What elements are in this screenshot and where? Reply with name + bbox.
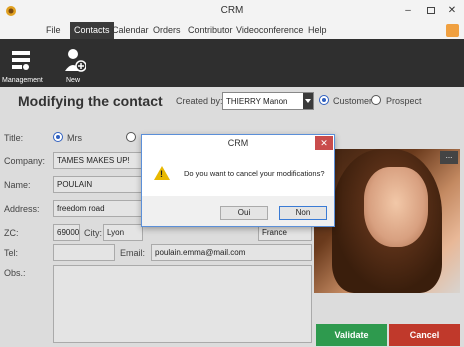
chevron-down-icon[interactable] — [303, 93, 313, 109]
customer-radio[interactable] — [319, 95, 329, 105]
dialog-title: CRM — [142, 135, 334, 152]
window-title: CRM — [220, 5, 244, 16]
tel-label: Tel: — [4, 248, 19, 258]
cancel-button[interactable]: Cancel — [389, 324, 460, 346]
menu-help[interactable]: Help — [308, 25, 327, 35]
menu-bar: File Contacts Calendar Orders Contributo… — [0, 22, 464, 39]
email-label: Email: — [120, 248, 146, 258]
zipcode-field[interactable]: 69000 — [53, 224, 80, 241]
prospect-radio[interactable] — [371, 95, 381, 105]
menu-videoconference[interactable]: Videoconference — [236, 25, 303, 35]
close-window-button[interactable]: ✕ — [441, 1, 463, 19]
validate-button[interactable]: Validate — [316, 324, 387, 346]
address-field[interactable]: freedom road — [53, 200, 143, 217]
title-mrs-label: Mrs — [67, 133, 82, 143]
customer-label: Customer — [333, 96, 373, 106]
tel-field[interactable] — [53, 244, 115, 261]
zc-label: ZC: — [4, 228, 19, 238]
app-menu-icon[interactable] — [446, 24, 459, 37]
city-field[interactable]: Lyon — [103, 224, 143, 241]
minimize-button[interactable]: – — [398, 1, 418, 19]
menu-calendar[interactable]: Calendar — [112, 25, 149, 35]
name-label: Name: — [4, 180, 31, 190]
menu-contributor[interactable]: Contributor — [188, 25, 233, 35]
new-label: New — [66, 77, 81, 84]
dialog-close-button[interactable]: ✕ — [315, 136, 333, 150]
menu-file[interactable]: File — [46, 25, 61, 35]
management-label: Management — [2, 77, 43, 84]
email-field[interactable]: poulain.emma@mail.com — [151, 244, 312, 261]
dialog-body: ! Do you want to cancel your modificatio… — [142, 152, 334, 196]
page-title: Modifying the contact — [18, 93, 163, 109]
dialog-message: Do you want to cancel your modifications… — [184, 169, 325, 178]
created-by-label: Created by: — [176, 96, 223, 106]
obs-label: Obs.: — [4, 268, 26, 278]
dialog-no-button[interactable]: Non — [279, 206, 327, 220]
add-user-icon — [65, 49, 86, 72]
ribbon-toolbar: Management New — [0, 39, 464, 87]
contact-photo[interactable]: ... — [314, 149, 460, 293]
photo-menu-button[interactable]: ... — [440, 151, 458, 164]
management-icon — [12, 51, 30, 70]
warning-icon-mark: ! — [160, 169, 163, 179]
window-titlebar: CRM – ✕ — [0, 0, 464, 22]
company-field[interactable]: TAMES MAKES UP! — [53, 152, 143, 169]
menu-contacts[interactable]: Contacts — [70, 22, 114, 39]
city-label: City: — [84, 228, 102, 238]
created-by-select[interactable]: THIERRY Manon — [222, 92, 314, 110]
name-field[interactable]: POULAIN — [53, 176, 143, 193]
obs-textarea[interactable] — [53, 265, 312, 343]
title-mrs-radio[interactable] — [53, 132, 63, 142]
address-label: Address: — [4, 204, 40, 214]
dialog-yes-button[interactable]: Oui — [220, 206, 268, 220]
title-label: Title: — [4, 133, 24, 143]
company-label: Company: — [4, 156, 46, 166]
created-by-value: THIERRY Manon — [226, 97, 288, 106]
prospect-label: Prospect — [386, 96, 422, 106]
photo-face — [364, 167, 428, 247]
maximize-button[interactable] — [421, 1, 441, 19]
title-mr-radio[interactable] — [126, 132, 136, 142]
confirm-dialog: CRM ✕ ! Do you want to cancel your modif… — [141, 134, 335, 227]
dialog-footer: Oui Non — [142, 196, 334, 226]
menu-orders[interactable]: Orders — [153, 25, 181, 35]
